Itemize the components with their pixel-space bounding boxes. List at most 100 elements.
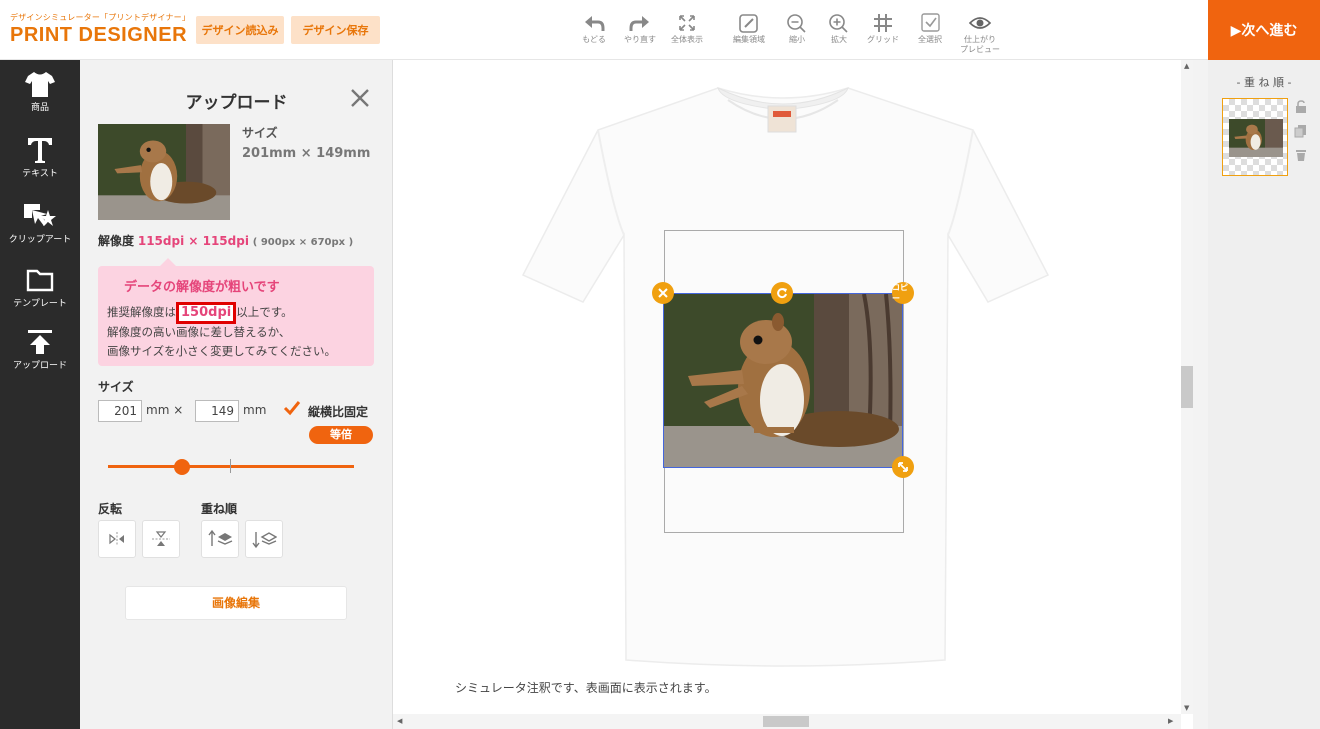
undo-label: もどる: [582, 35, 606, 44]
preview-button[interactable]: 仕上がり プレビュー: [958, 10, 1002, 54]
left-nav: 商品 テキスト クリップアート テンプレート アップロード: [0, 60, 80, 729]
resize-icon: [898, 462, 908, 472]
bring-forward-button[interactable]: [201, 520, 239, 558]
nav-label-upload: アップロード: [12, 361, 67, 371]
scroll-down-icon[interactable]: ▼: [1184, 704, 1189, 712]
brand-subtitle: デザインシミュレーター「プリントデザイナー」: [10, 13, 191, 22]
save-design-button[interactable]: デザイン保存: [291, 16, 380, 44]
width-input[interactable]: 201: [98, 400, 142, 422]
resolution-pixels: ( 900px × 670px ): [252, 237, 354, 248]
aspect-lock-checkbox[interactable]: [282, 398, 302, 418]
edit-area-label: 編集領域: [733, 35, 765, 44]
upload-icon: [28, 330, 52, 354]
load-design-button[interactable]: デザイン読込み: [196, 16, 284, 44]
preview-label-2: プレビュー: [960, 45, 1000, 54]
send-backward-icon: [252, 532, 277, 549]
grid-button[interactable]: グリッド: [861, 10, 905, 54]
actual-size-button[interactable]: 等倍: [309, 426, 373, 444]
fit-all-icon: [679, 15, 695, 31]
nav-item-clipart[interactable]: クリップアート: [0, 202, 80, 264]
design-canvas[interactable]: コピー シミュレータ注釈です、表画面に表示されます。: [393, 60, 1193, 729]
nav-item-product[interactable]: 商品: [0, 70, 80, 132]
delete-handle[interactable]: [652, 282, 674, 304]
trash-icon[interactable]: [1294, 148, 1308, 162]
warning-line-1-pre: 推奨解像度は: [107, 305, 176, 319]
zoom-out-icon: [787, 14, 806, 33]
grid-label: グリッド: [867, 35, 899, 44]
duplicate-icon[interactable]: [1294, 124, 1308, 138]
app-header: デザインシミュレーター「プリントデザイナー」 PRINT DESIGNER デザ…: [0, 0, 1320, 60]
low-resolution-warning: データの解像度が粗いです 推奨解像度は 150dpi 以上です。 解像度の高い画像に…: [98, 258, 374, 366]
resolution-value: 115dpi × 115dpi: [137, 234, 249, 248]
uploaded-image-thumbnail: [98, 124, 230, 220]
send-backward-button[interactable]: [245, 520, 283, 558]
resize-handle[interactable]: [892, 456, 914, 478]
select-all-button[interactable]: 全選択: [908, 10, 952, 54]
squirrel-image: [98, 124, 230, 220]
layer-item[interactable]: [1222, 98, 1288, 176]
height-unit: mm: [243, 403, 267, 417]
scroll-left-icon[interactable]: ◀: [397, 717, 402, 725]
select-all-label: 全選択: [918, 35, 942, 44]
image-edit-button[interactable]: 画像編集: [125, 586, 347, 620]
nav-item-template[interactable]: テンプレート: [0, 266, 80, 328]
undo-button[interactable]: もどる: [572, 10, 616, 54]
selected-image[interactable]: [663, 293, 903, 468]
warning-line-3: 画像サイズを小さく変更してみてください。: [107, 344, 336, 358]
size-slider-center-tick: [230, 459, 231, 473]
edit-area-icon: [739, 14, 758, 33]
close-icon[interactable]: [348, 86, 372, 110]
upload-panel: アップロード サイズ 201mm × 149mm 解像度 115dpi × 11…: [80, 60, 393, 729]
flip-horizontal-icon: [109, 532, 124, 546]
unlock-icon[interactable]: [1294, 100, 1308, 114]
text-icon: [28, 138, 52, 163]
fit-all-button[interactable]: 全体表示: [665, 10, 709, 54]
size-slider-handle[interactable]: [173, 459, 190, 475]
resolution-label: 解像度: [98, 234, 135, 248]
undo-icon: [585, 16, 605, 31]
flip-vertical-icon: [152, 531, 170, 546]
flip-vertical-button[interactable]: [142, 520, 180, 558]
brand-logo[interactable]: デザインシミュレーター「プリントデザイナー」 PRINT DESIGNER: [10, 12, 190, 47]
grid-icon: [874, 14, 892, 32]
nav-item-text[interactable]: テキスト: [0, 136, 80, 198]
rotate-handle[interactable]: [771, 282, 793, 304]
warning-line-2: 解像度の高い画像に差し替えるか、: [107, 325, 291, 339]
scroll-right-icon[interactable]: ▶: [1168, 717, 1173, 725]
rotate-icon: [777, 288, 787, 299]
tshirt-icon: [25, 72, 55, 97]
resolution-row: 解像度 115dpi × 115dpi ( 900px × 670px ): [98, 232, 353, 249]
next-step-button[interactable]: ▶次へ進む: [1208, 0, 1320, 60]
vertical-scroll-thumb[interactable]: [1181, 366, 1193, 408]
nav-label-product: 商品: [30, 103, 49, 113]
flip-label: 反転: [98, 502, 123, 516]
size-slider-track[interactable]: [108, 465, 354, 468]
nav-label-text: テキスト: [22, 169, 58, 179]
zoom-out-button[interactable]: 縮小: [775, 10, 819, 54]
squirrel-image: [664, 294, 902, 467]
squirrel-image: [1229, 119, 1283, 157]
flip-horizontal-button[interactable]: [98, 520, 136, 558]
zoom-in-icon: [829, 14, 848, 33]
redo-button[interactable]: やり直す: [618, 10, 662, 54]
clipart-icon: [24, 204, 56, 226]
redo-label: やり直す: [624, 35, 656, 44]
fit-all-label: 全体表示: [671, 35, 703, 44]
scroll-up-icon[interactable]: ▲: [1184, 62, 1189, 70]
folder-icon: [26, 269, 54, 292]
zoom-in-label: 拡大: [831, 35, 847, 44]
close-icon: [658, 288, 668, 298]
size-section-label: サイズ: [98, 380, 134, 394]
layer-panel: - 重 ね 順 -: [1208, 60, 1320, 729]
width-unit: mm ×: [146, 403, 184, 417]
copy-handle[interactable]: コピー: [892, 282, 914, 304]
eye-icon: [968, 17, 992, 29]
image-size-value: 201mm × 149mm: [242, 146, 371, 161]
zoom-in-button[interactable]: 拡大: [817, 10, 861, 54]
edit-area-button[interactable]: 編集領域: [727, 10, 771, 54]
recommended-dpi-highlight: 150dpi: [176, 302, 237, 324]
horizontal-scroll-thumb[interactable]: [763, 716, 809, 727]
height-input[interactable]: 149: [195, 400, 239, 422]
preview-label-1: 仕上がり: [964, 35, 996, 44]
nav-item-upload[interactable]: アップロード: [0, 328, 80, 390]
